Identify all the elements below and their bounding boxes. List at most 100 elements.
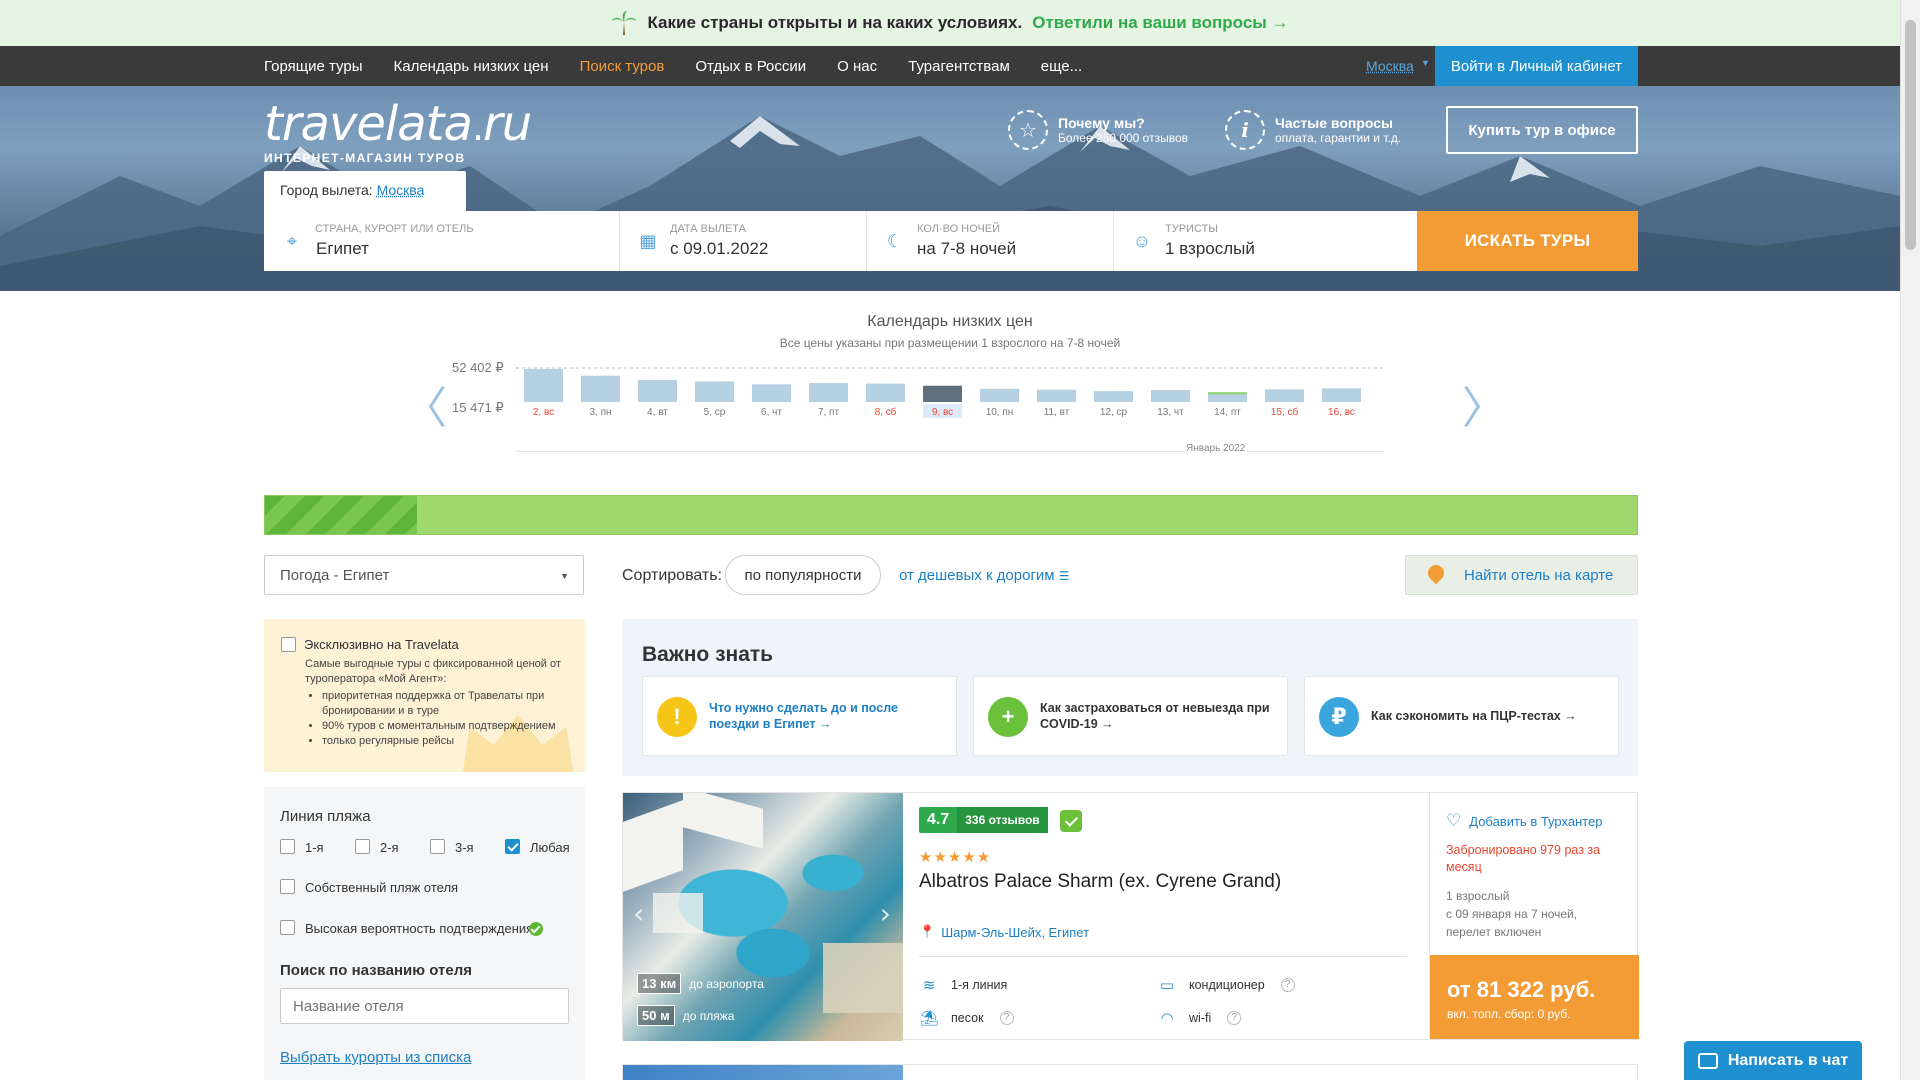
help-icon[interactable]: ?: [1227, 1011, 1242, 1025]
page-scrollbar[interactable]: [1900, 0, 1920, 1080]
price-bar[interactable]: [866, 383, 905, 402]
day-label[interactable]: 15, сб: [1271, 406, 1299, 418]
day-label[interactable]: 5, ср: [704, 407, 726, 418]
nav-item-6[interactable]: еще...: [1041, 58, 1082, 75]
day-label[interactable]: 12, ср: [1100, 407, 1128, 418]
tourists-field[interactable]: ☺ ТУРИСТЫ 1 взрослый: [1114, 211, 1417, 271]
price-calendar-chart: 2, вс 3, пн 4, вт 5, ср 6, чт 7, пт 8, сб 9, вс…: [516, 367, 1384, 418]
nav-item-3[interactable]: Отдых в России: [695, 58, 806, 75]
calendar-next-arrow-icon[interactable]: 〉: [1462, 372, 1506, 436]
palm-tree-icon: [611, 10, 637, 36]
departure-city[interactable]: Город вылета: Москва: [264, 171, 466, 211]
important-card-egypt[interactable]: ! Что нужно сделать до и после поездки в…: [642, 676, 957, 756]
hotel-rating[interactable]: 4.7 336 отзывов: [919, 807, 1048, 833]
add-to-favorites[interactable]: ♡ Добавить в Турхантер: [1446, 811, 1603, 831]
day-label[interactable]: 6, чт: [761, 407, 782, 418]
login-button[interactable]: Войти в Личный кабинет: [1435, 46, 1638, 86]
price-bar[interactable]: [1037, 389, 1076, 402]
plus-icon: +: [988, 697, 1028, 737]
sort-by-price[interactable]: от дешевых к дорогим ☰: [899, 567, 1070, 584]
chevron-down-icon[interactable]: ▼: [1421, 58, 1430, 68]
day-label[interactable]: 2, вс: [533, 407, 554, 418]
hotel-name[interactable]: Albatros Palace Sharm (ex. Cyrene Grand): [919, 871, 1281, 893]
hotel-card[interactable]: ‹ › 13 км до аэропорта 50 м до пляжа 4.7 3…: [622, 792, 1639, 1041]
help-icon[interactable]: ?: [1280, 978, 1295, 992]
day-label[interactable]: 16, вс: [1328, 407, 1355, 418]
beach-line-3-checkbox[interactable]: [430, 839, 445, 854]
sort-by-popularity[interactable]: по популярности: [725, 555, 881, 595]
banner-link[interactable]: Ответили на ваши вопросы →: [1032, 13, 1288, 33]
destination-field[interactable]: ⌖ СТРАНА, КУРОРТ ИЛИ ОТЕЛЬ Египет: [264, 211, 620, 271]
next-hotel-card[interactable]: [622, 1064, 1638, 1080]
day-label[interactable]: 13, чт: [1157, 407, 1184, 418]
beach-line-1-checkbox[interactable]: [280, 839, 295, 854]
price-button[interactable]: от 81 322 руб. вкл. топл. сбор: 0 руб.: [1430, 955, 1639, 1039]
wifi-icon: ◠: [1160, 1010, 1174, 1027]
choose-resorts-link[interactable]: Выбрать курорты из списка: [280, 1049, 471, 1066]
day-label[interactable]: 7, пт: [818, 407, 840, 418]
buy-in-office-button[interactable]: Купить тур в офисе: [1446, 106, 1638, 154]
travelata-logo[interactable]: travelata.ru ИНТЕРНЕТ-МАГАЗИН ТУРОВ: [264, 100, 532, 165]
price-bar[interactable]: [1151, 390, 1190, 402]
calendar-month-label: Январь 2022: [1184, 443, 1248, 454]
hotel-stars: ★★★★★: [919, 849, 992, 866]
hotel-name-input[interactable]: [280, 988, 569, 1024]
nav-item-5[interactable]: Турагентствам: [908, 58, 1010, 75]
price-bar[interactable]: [980, 388, 1019, 402]
day-label[interactable]: 14, пт: [1214, 407, 1241, 418]
feature-sand: ⛱ песок?: [919, 1009, 1014, 1027]
price-bar[interactable]: [524, 369, 563, 402]
price-bar[interactable]: [638, 379, 677, 402]
own-beach-checkbox[interactable]: [280, 879, 295, 894]
faq-link[interactable]: i Частые вопросы оплата, гарантии и т.д.: [1225, 110, 1401, 150]
price-bar[interactable]: [695, 381, 734, 402]
chat-button[interactable]: Написать в чат: [1684, 1041, 1862, 1080]
price-bar[interactable]: [752, 384, 791, 402]
why-us-link[interactable]: ☆ Почему мы? Более 250 000 отзывов: [1008, 110, 1188, 150]
important-card-pcr[interactable]: ₽ Как сэкономить на ПЦР-тестах →: [1304, 676, 1619, 756]
beach-distance: 50 м до пляжа: [637, 1005, 734, 1026]
nav-city-selector[interactable]: Москва: [1366, 58, 1414, 74]
hotel-location[interactable]: 📍 Шарм-Эль-Шейх, Египет: [919, 924, 1089, 940]
find-on-map-button[interactable]: Найти отель на карте: [1405, 555, 1638, 595]
exclusive-checkbox[interactable]: [281, 637, 296, 652]
price-bar[interactable]: [1322, 388, 1361, 402]
day-label[interactable]: 11, вт: [1044, 407, 1070, 418]
price-bar[interactable]: [923, 385, 962, 402]
location-pin-icon: ⌖: [286, 231, 298, 251]
day-label[interactable]: 10, пн: [986, 407, 1014, 418]
photo-prev-icon[interactable]: ‹: [633, 897, 644, 930]
high-confirm-checkbox[interactable]: [280, 920, 295, 935]
important-title: Важно знать: [642, 643, 774, 666]
hotel-photo[interactable]: ‹ › 13 км до аэропорта 50 м до пляжа: [623, 793, 903, 1041]
price-bar[interactable]: [1094, 391, 1133, 402]
beach-line-2-checkbox[interactable]: [355, 839, 370, 854]
beach-line-any-checkbox[interactable]: [505, 839, 520, 854]
nav-item-4[interactable]: О нас: [837, 58, 877, 75]
photo-next-icon[interactable]: ›: [880, 897, 891, 930]
calendar-prev-arrow-icon[interactable]: 〈: [403, 372, 447, 436]
nav-item-2[interactable]: Поиск туров: [580, 58, 665, 75]
calendar-min-price: 15 471 ₽: [452, 400, 504, 415]
price-bar[interactable]: [1265, 389, 1304, 402]
nav-item-0[interactable]: Горящие туры: [264, 58, 362, 75]
search-tours-button[interactable]: ИСКАТЬ ТУРЫ: [1417, 211, 1638, 271]
high-confirm-label: Высокая вероятность подтверждения: [305, 921, 534, 936]
scrollbar-thumb[interactable]: [1905, 20, 1916, 250]
nav-item-1[interactable]: Календарь низких цен: [393, 58, 548, 75]
verified-check-icon: [529, 922, 543, 936]
important-card-insurance[interactable]: + Как застраховаться от невыезда при COV…: [973, 676, 1288, 756]
beach-line-1-label: 1-я: [305, 840, 324, 855]
date-field[interactable]: ▦ ДАТА ВЫЛЕТА с 09.01.2022: [620, 211, 867, 271]
departure-city-link[interactable]: Москва: [377, 182, 425, 198]
day-label[interactable]: 3, пн: [589, 407, 611, 418]
day-label[interactable]: 9, вс: [932, 407, 953, 418]
day-label[interactable]: 4, вт: [647, 407, 668, 418]
day-label[interactable]: 8, сб: [875, 406, 897, 418]
price-bar[interactable]: [581, 375, 620, 402]
nights-field[interactable]: ☾ КОЛ-ВО НОЧЕЙ на 7-8 ночей: [867, 211, 1114, 271]
weather-dropdown[interactable]: Погода - Египет ▼: [264, 555, 584, 595]
help-icon[interactable]: ?: [999, 1011, 1014, 1025]
price-bar[interactable]: [809, 383, 848, 402]
exclusive-title: Эксклюзивно на Travelata: [304, 637, 459, 652]
